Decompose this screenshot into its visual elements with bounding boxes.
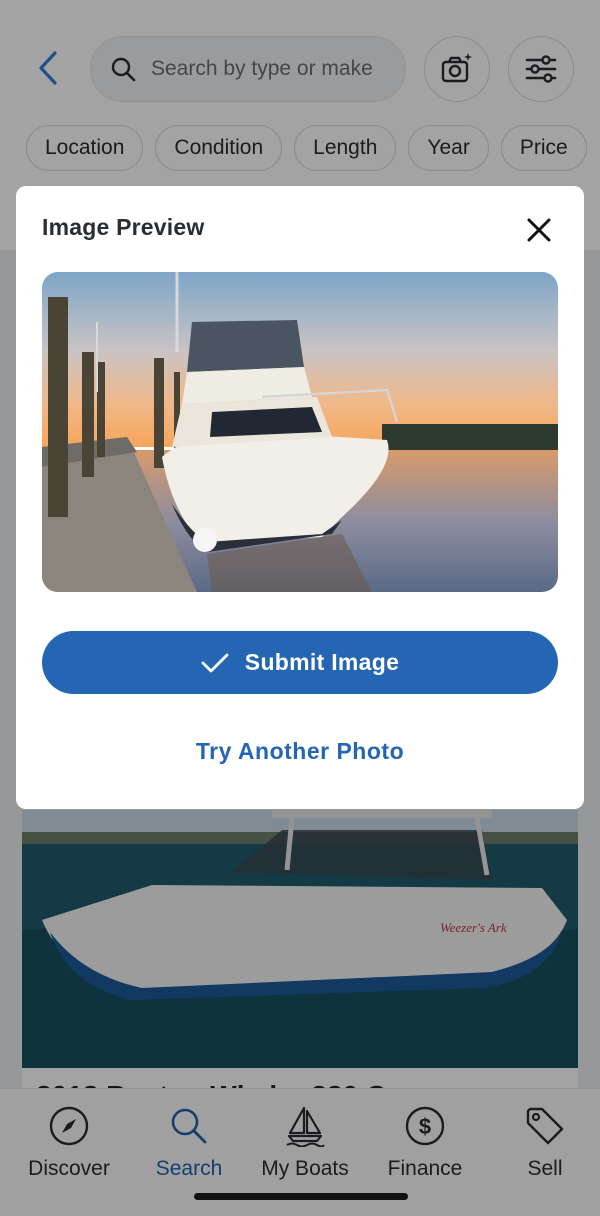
checkmark-icon [201,653,229,672]
image-preview-dialog: Image Preview Submit Image Try Another P… [16,186,584,809]
try-another-photo-link[interactable]: Try Another Photo [42,738,558,765]
dialog-title: Image Preview [42,214,205,240]
preview-image [42,272,558,592]
close-icon [527,218,551,242]
submit-image-label: Submit Image [244,649,400,675]
submit-image-button[interactable]: Submit Image [42,631,558,694]
close-button[interactable] [521,212,557,248]
home-indicator [194,1193,408,1200]
